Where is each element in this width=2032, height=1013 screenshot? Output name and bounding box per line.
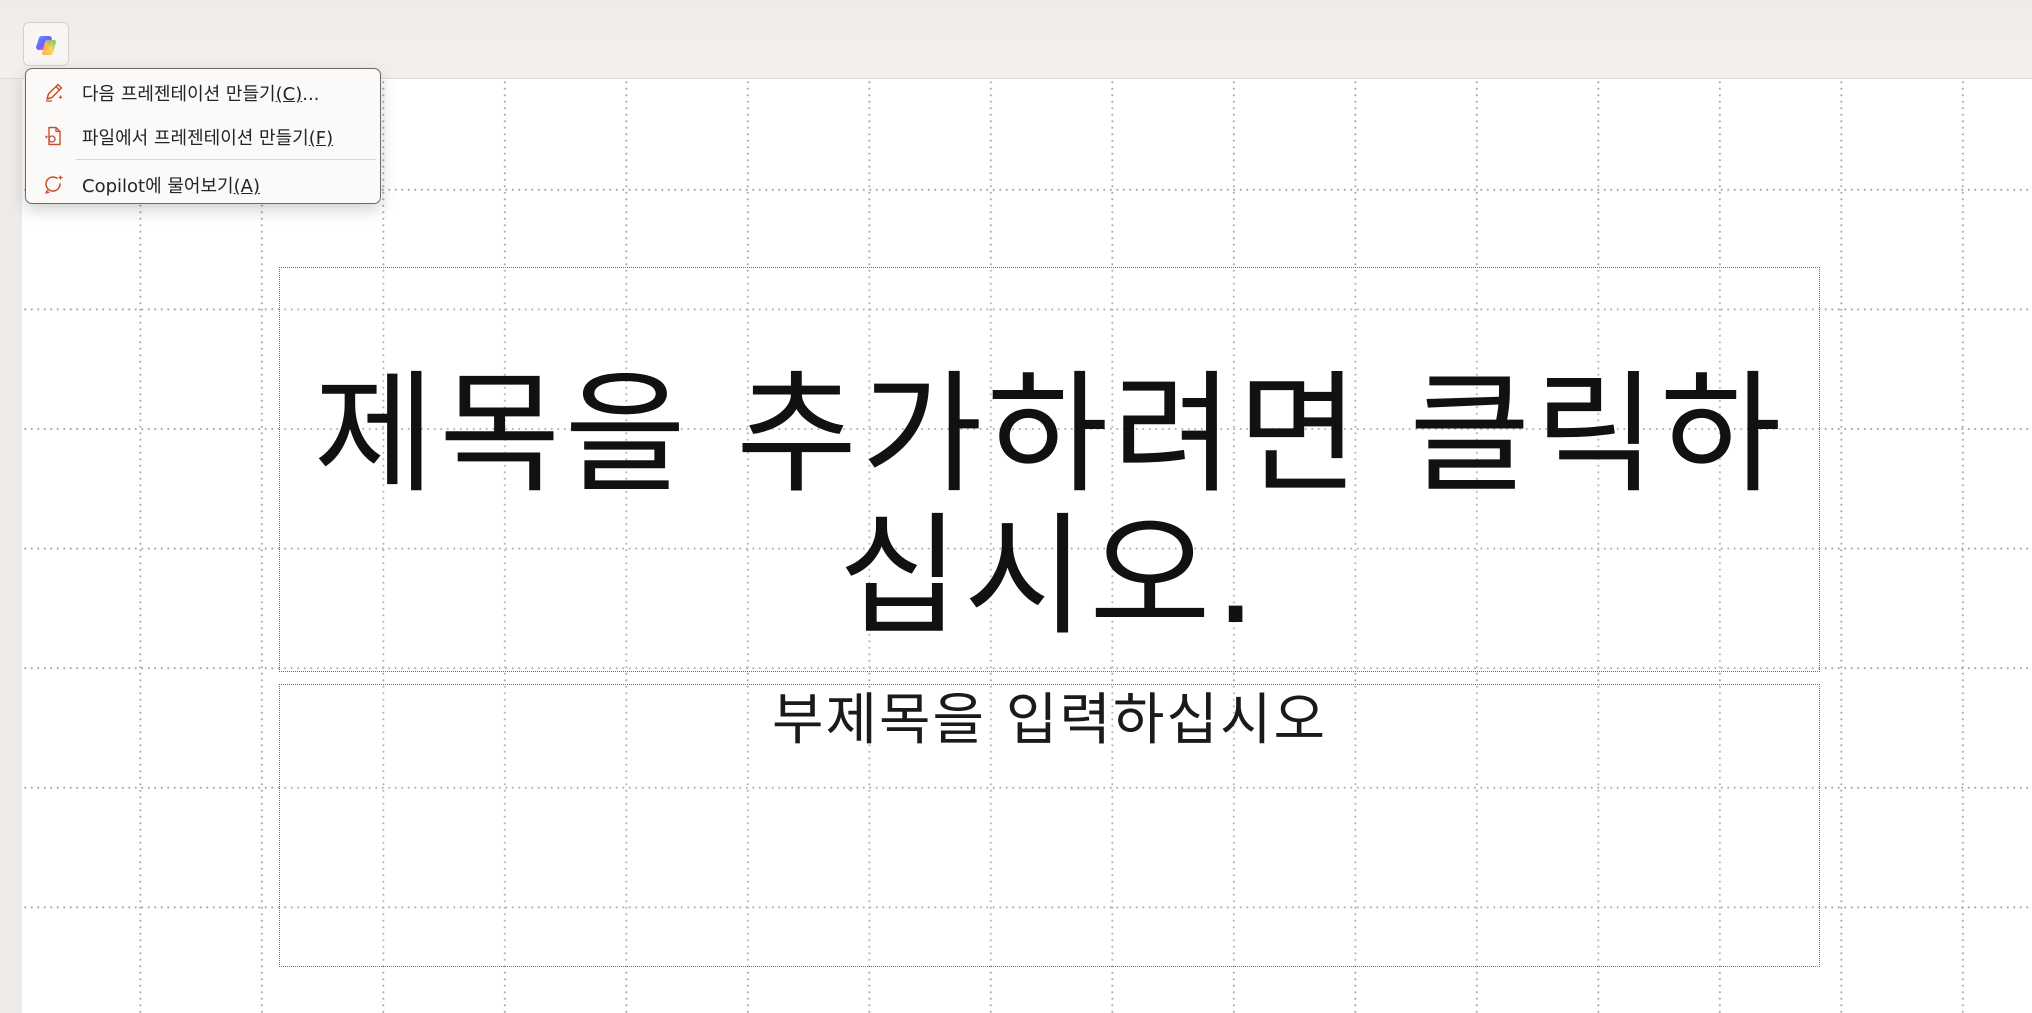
menu-item-label: Copilot에 물어보기(A) bbox=[82, 176, 260, 197]
copilot-chat-icon bbox=[45, 175, 64, 194]
left-panel-edge bbox=[0, 79, 22, 1013]
copilot-icon bbox=[36, 35, 56, 56]
title-placeholder[interactable]: 제목을 추가하려면 클릭하 십시오. bbox=[279, 267, 1820, 672]
menu-item-ask-copilot[interactable]: Copilot에 물어보기(A) bbox=[26, 163, 380, 203]
copilot-button[interactable] bbox=[23, 22, 69, 66]
pencil-edit-icon bbox=[46, 83, 63, 102]
slide-title[interactable]: 제목을 추가하려면 클릭하 십시오. bbox=[280, 364, 1819, 648]
menu-item-label: 다음 프레젠테이션 만들기(C)... bbox=[82, 84, 320, 105]
title-line-1: 제목을 추가하려면 클릭하 bbox=[313, 358, 1786, 512]
menu-separator bbox=[76, 159, 376, 160]
menu-item-create-presentation[interactable]: 다음 프레젠테이션 만들기(C)... bbox=[26, 71, 380, 111]
subtitle-placeholder[interactable]: 부제목을 입력하십시오 bbox=[279, 684, 1820, 967]
copilot-dropdown-menu: 다음 프레젠테이션 만들기(C)... 파일에서 프레젠테이션 만들기(F) C… bbox=[25, 68, 381, 204]
menu-item-create-from-file[interactable]: 파일에서 프레젠테이션 만들기(F) bbox=[26, 115, 380, 155]
file-create-icon bbox=[44, 126, 61, 146]
slide-subtitle[interactable]: 부제목을 입력하십시오 bbox=[280, 685, 1819, 757]
menu-item-label: 파일에서 프레젠테이션 만들기(F) bbox=[82, 128, 334, 149]
title-line-2: 십시오. bbox=[838, 500, 1261, 654]
